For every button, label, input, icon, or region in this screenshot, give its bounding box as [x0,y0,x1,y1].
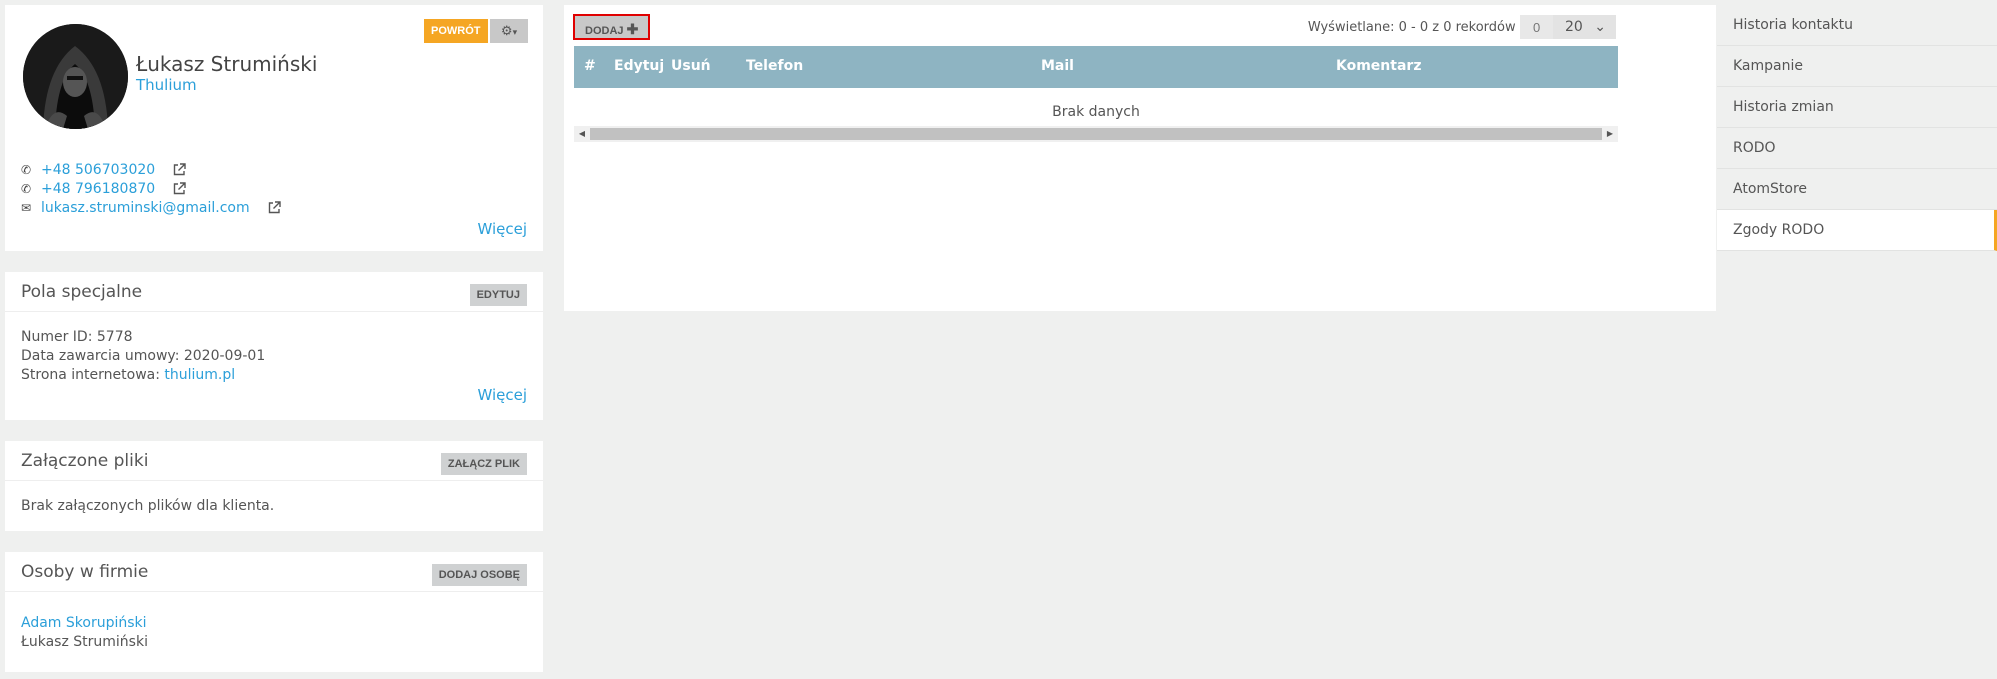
settings-dropdown-button[interactable]: ⚙▾ [490,19,528,43]
per-page-select[interactable]: 20 ⌄ [1553,15,1616,39]
column-header[interactable]: Edytuj [614,58,664,74]
left-column: Łukasz Strumiński Thulium POWRÓT ⚙▾ ✆ +4… [5,5,543,679]
person-link[interactable]: Adam Skorupiński [21,615,147,631]
external-link-icon[interactable] [268,201,281,214]
table-empty-text: Brak danych [1052,104,1140,120]
panel-title: Osoby w firmie [21,562,149,582]
phone-row: ✆ +48 796180870 [21,179,281,198]
contact-details: ✆ +48 506703020 ✆ +48 796180870 ✉ lukasz… [21,160,281,217]
add-button-label: DODAJ [585,25,624,37]
field-website: Strona internetowa: thulium.pl [21,366,527,385]
right-nav: Historia kontaktu Kampanie Historia zmia… [1717,5,1997,251]
plus-icon: ✚ [626,21,639,37]
special-fields-panel: Pola specjalne EDYTUJ Numer ID: 5778 Dat… [5,272,543,420]
contact-more-link[interactable]: Więcej [477,220,527,238]
column-header[interactable]: Telefon [746,58,803,74]
back-button[interactable]: POWRÓT [424,19,488,43]
company-link[interactable]: Thulium [136,76,197,94]
panel-title: Załączone pliki [21,451,149,471]
add-button[interactable]: DODAJ ✚ [573,14,651,40]
nav-item-atomstore[interactable]: AtomStore [1717,169,1997,210]
chevron-down-icon: ⌄ [1594,19,1606,35]
nav-item-rodo-consents[interactable]: Zgody RODO [1717,210,1997,251]
column-header[interactable]: Mail [1041,58,1074,74]
column-header[interactable]: # [584,58,596,74]
attachments-panel: Załączone pliki ZAŁĄCZ PLIK Brak załączo… [5,441,543,531]
edit-fields-button[interactable]: EDYTUJ [469,284,527,306]
per-page-value: 20 [1565,19,1583,35]
gear-icon: ⚙ [500,23,513,38]
nav-item-rodo[interactable]: RODO [1717,128,1997,169]
nav-item-change-history[interactable]: Historia zmian [1717,87,1997,128]
column-header[interactable]: Usuń [671,58,711,74]
scroll-right-icon[interactable]: ▶ [1602,126,1618,142]
field-id: Numer ID: 5778 [21,329,133,345]
phone-row: ✆ +48 506703020 [21,160,281,179]
table-header: # Edytuj Usuń Telefon Mail Komentarz [574,46,1618,88]
add-person-button[interactable]: DODAJ OSOBĘ [431,564,527,586]
field-website-label: Strona internetowa: [21,367,165,383]
horizontal-scrollbar[interactable]: ◀ ▶ [574,126,1618,142]
records-summary: Wyświetlane: 0 - 0 z 0 rekordów [1307,19,1516,35]
envelope-icon: ✉ [21,200,32,215]
panel-body: Brak załączonych plików dla klienta. [5,481,543,516]
panel-header: Pola specjalne EDYTUJ [5,272,543,312]
phone-link[interactable]: +48 796180870 [41,181,155,197]
email-link[interactable]: lukasz.struminski@gmail.com [41,200,250,216]
contact-card: Łukasz Strumiński Thulium POWRÓT ⚙▾ ✆ +4… [5,5,543,251]
email-row: ✉ lukasz.struminski@gmail.com [21,198,281,217]
column-header[interactable]: Komentarz [1336,58,1421,74]
person-current: Łukasz Strumiński [21,634,148,650]
phones-table-panel: DODAJ ✚ Wyświetlane: 0 - 0 z 0 rekordów … [564,5,1716,311]
attachments-empty-text: Brak załączonych plików dla klienta. [21,498,275,514]
panel-header: Osoby w firmie DODAJ OSOBĘ [5,552,543,592]
external-link-icon[interactable] [173,182,186,195]
attach-file-button[interactable]: ZAŁĄCZ PLIK [440,453,527,475]
phone-icon: ✆ [21,162,32,177]
panel-body: Numer ID: 5778 Data zawarcia umowy: 2020… [5,312,543,385]
avatar [23,24,128,129]
panel-title: Pola specjalne [21,282,143,302]
page-input[interactable] [1519,15,1554,39]
panel-body: Adam Skorupiński Łukasz Strumiński [5,592,543,652]
website-link[interactable]: thulium.pl [164,367,235,383]
nav-item-campaigns[interactable]: Kampanie [1717,46,1997,87]
panel-header: Załączone pliki ZAŁĄCZ PLIK [5,441,543,481]
field-contract-date: Data zawarcia umowy: 2020-09-01 [21,348,266,364]
scroll-thumb[interactable] [590,128,1602,140]
fields-more-link[interactable]: Więcej [477,386,527,404]
nav-item-contact-history[interactable]: Historia kontaktu [1717,5,1997,46]
external-link-icon[interactable] [173,163,186,176]
contact-name: Łukasz Strumiński [136,52,318,76]
company-people-panel: Osoby w firmie DODAJ OSOBĘ Adam Skorupiń… [5,552,543,672]
scroll-left-icon[interactable]: ◀ [574,126,590,142]
phone-icon: ✆ [21,181,32,196]
phone-link[interactable]: +48 506703020 [41,162,155,178]
caret-down-icon: ▾ [512,27,518,37]
